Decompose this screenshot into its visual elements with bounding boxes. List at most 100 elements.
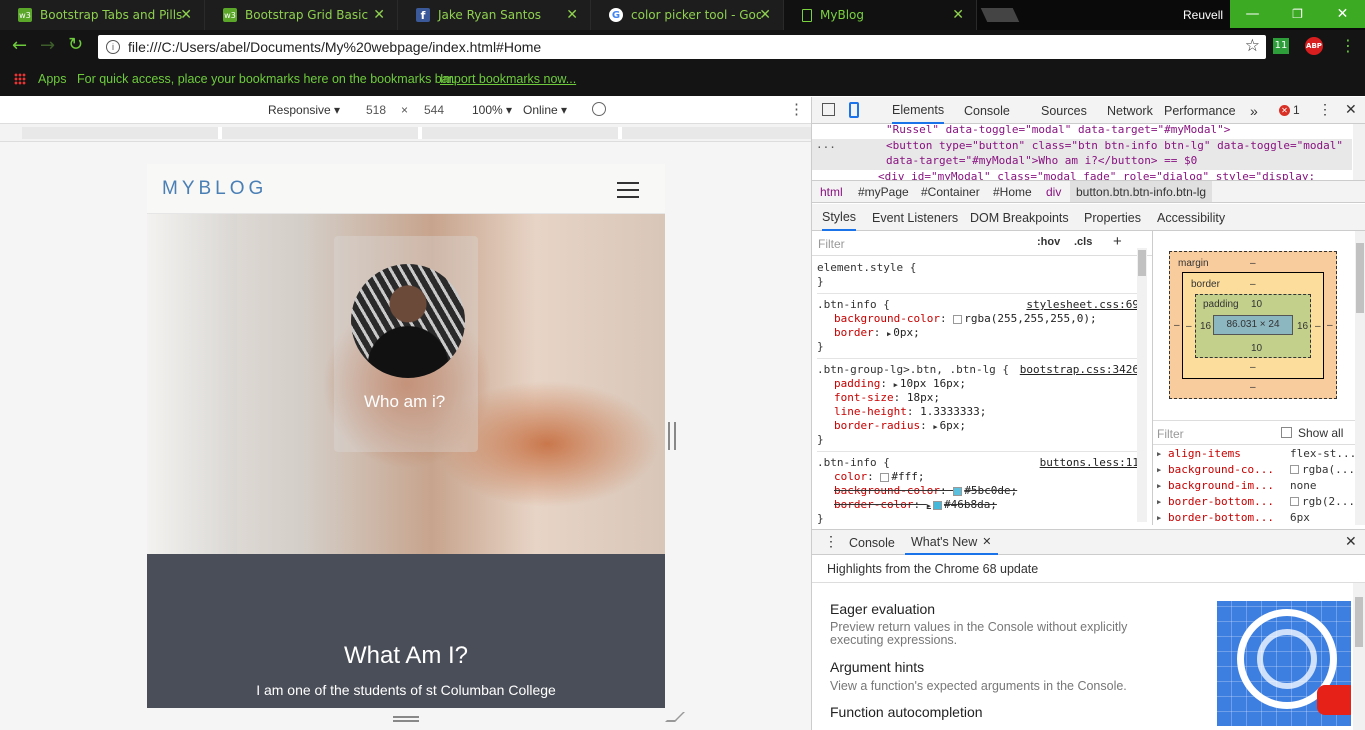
css-rule[interactable]: element.style {} bbox=[817, 261, 1139, 294]
minimize-icon[interactable]: — bbox=[1230, 0, 1275, 28]
css-value[interactable]: #46b8da; bbox=[944, 498, 997, 511]
browser-tab[interactable]: f Jake Ryan Santos ✕ bbox=[398, 0, 591, 30]
dom-line[interactable]: <div id="myModal" class="modal fade" rol… bbox=[878, 170, 1315, 180]
profile-name[interactable]: Reuvell bbox=[1183, 8, 1223, 22]
css-declaration[interactable]: background-color: rgba(255,255,255,0); bbox=[817, 312, 1139, 326]
dom-line[interactable]: <button type="button" class="btn btn-inf… bbox=[886, 139, 1343, 152]
color-swatch[interactable] bbox=[880, 472, 890, 482]
crumb[interactable]: html bbox=[820, 185, 843, 199]
feature-title[interactable]: Function autocompletion bbox=[830, 704, 983, 720]
error-icon[interactable]: ✕ bbox=[1279, 105, 1290, 116]
crumb[interactable]: #Container bbox=[921, 185, 980, 199]
star-icon[interactable]: ☆ bbox=[1245, 36, 1260, 56]
info-icon[interactable]: i bbox=[106, 40, 120, 54]
css-declaration[interactable]: background-color: #5bc0de; bbox=[817, 484, 1139, 498]
css-declaration[interactable]: border: ▶ 0px; bbox=[817, 326, 1139, 340]
tab-console[interactable]: Console bbox=[964, 97, 1010, 124]
expand-arrow-icon[interactable]: ▶ bbox=[1157, 450, 1161, 458]
browser-tab[interactable]: w3 Bootstrap Grid Basic ✕ bbox=[205, 0, 398, 30]
show-all-checkbox[interactable] bbox=[1281, 427, 1292, 438]
color-swatch[interactable] bbox=[1290, 497, 1299, 506]
computed-scrollbar[interactable] bbox=[1355, 231, 1365, 525]
close-icon[interactable]: ✕ bbox=[759, 7, 771, 23]
resize-corner-handle[interactable] bbox=[665, 712, 685, 722]
expand-arrow-icon[interactable]: ▶ bbox=[1157, 498, 1161, 506]
tab-sources[interactable]: Sources bbox=[1041, 97, 1087, 124]
expand-arrow-icon[interactable]: ▶ bbox=[1157, 482, 1161, 490]
back-icon[interactable]: ← bbox=[12, 35, 27, 56]
close-icon[interactable]: ✕ bbox=[982, 535, 991, 548]
width-input[interactable]: 518 bbox=[366, 103, 386, 117]
tab-event-listeners[interactable]: Event Listeners bbox=[872, 204, 958, 231]
css-property[interactable]: background-color bbox=[834, 312, 940, 325]
css-declaration[interactable]: border-radius: ▶ 6px; bbox=[817, 419, 1139, 433]
drawer-tab-console[interactable]: Console bbox=[849, 530, 895, 555]
css-declaration[interactable]: color: #fff; bbox=[817, 470, 1139, 484]
feature-title[interactable]: Eager evaluation bbox=[830, 601, 935, 617]
css-value[interactable]: 18px; bbox=[907, 391, 940, 404]
adblock-icon[interactable]: ABP bbox=[1305, 37, 1323, 55]
css-property[interactable]: border-radius bbox=[834, 419, 920, 432]
import-bookmarks-link[interactable]: Import bookmarks now... bbox=[440, 72, 576, 86]
feature-title[interactable]: Argument hints bbox=[830, 659, 924, 675]
tab-accessibility[interactable]: Accessibility bbox=[1157, 204, 1225, 231]
close-icon[interactable]: ✕ bbox=[373, 7, 385, 23]
dom-ellipsis[interactable]: ... bbox=[816, 138, 836, 151]
rotate-icon[interactable] bbox=[592, 102, 606, 116]
styles-scrollbar[interactable] bbox=[1137, 248, 1147, 522]
tab-dom-breakpoints[interactable]: DOM Breakpoints bbox=[970, 204, 1069, 231]
more-options-icon[interactable]: ⋮ bbox=[789, 100, 804, 118]
css-declaration[interactable]: padding: ▶ 10px 16px; bbox=[817, 377, 1139, 391]
hamburger-icon[interactable] bbox=[617, 182, 639, 198]
color-swatch[interactable] bbox=[932, 500, 942, 510]
crumb[interactable]: div bbox=[1046, 185, 1061, 199]
hov-toggle[interactable]: :hov bbox=[1037, 236, 1060, 248]
css-value[interactable]: rgba(255,255,255,0); bbox=[964, 312, 1096, 325]
chrome-update-image[interactable] bbox=[1217, 601, 1351, 726]
css-source-link[interactable]: buttons.less:11 bbox=[1040, 456, 1139, 469]
zoom-select[interactable]: 100% ▾ bbox=[472, 103, 512, 117]
css-property[interactable]: font-size bbox=[834, 391, 894, 404]
error-count[interactable]: 1 bbox=[1293, 103, 1300, 117]
settings-menu-icon[interactable]: ⋮ bbox=[1318, 101, 1332, 118]
dom-line[interactable]: data-target="#myModal">Who am i?</button… bbox=[886, 154, 1197, 167]
new-rule-icon[interactable]: + bbox=[1113, 233, 1122, 250]
new-tab-button[interactable] bbox=[980, 8, 1020, 22]
computed-row[interactable]: ▶ background-im... none bbox=[1153, 479, 1358, 495]
css-value[interactable]: #fff; bbox=[891, 470, 924, 483]
css-rule[interactable]: .btn-group-lg>.btn, .btn-lg {bootstrap.c… bbox=[817, 363, 1139, 452]
color-swatch[interactable] bbox=[953, 486, 963, 496]
tab-elements[interactable]: Elements bbox=[892, 97, 945, 124]
expand-arrow-icon[interactable]: ▶ bbox=[1157, 514, 1161, 522]
crumb-selected[interactable]: button.btn.btn-info.btn-lg bbox=[1070, 181, 1213, 202]
dom-scrollbar[interactable] bbox=[1353, 124, 1365, 180]
close-devtools-icon[interactable]: ✕ bbox=[1345, 101, 1357, 118]
extension-11-icon[interactable]: 11 bbox=[1273, 38, 1289, 54]
css-property[interactable]: border-color bbox=[834, 498, 913, 511]
box-model-content[interactable]: 86.031 × 24 bbox=[1213, 315, 1293, 335]
css-value[interactable]: 6px; bbox=[940, 419, 967, 432]
brand-logo[interactable]: MYBLOG bbox=[162, 178, 267, 200]
expand-arrow-icon[interactable]: ▶ bbox=[933, 423, 937, 431]
expand-arrow-icon[interactable]: ▶ bbox=[1157, 466, 1161, 474]
browser-tab[interactable]: w3 Bootstrap Tabs and Pills ✕ bbox=[0, 0, 205, 30]
restore-icon[interactable]: ❐ bbox=[1275, 0, 1320, 28]
expand-arrow-icon[interactable]: ▶ bbox=[894, 381, 898, 389]
close-icon[interactable]: ✕ bbox=[180, 7, 192, 23]
close-icon[interactable]: ✕ bbox=[952, 7, 964, 23]
css-declaration[interactable]: border-color: ▶ #46b8da; bbox=[817, 498, 1139, 512]
css-property[interactable]: line-height bbox=[834, 405, 907, 418]
who-am-i-button[interactable]: Who am i? bbox=[364, 392, 445, 412]
device-mode-select[interactable]: Responsive ▾ bbox=[268, 103, 340, 117]
dom-line[interactable]: "Russel" data-toggle="modal" data-target… bbox=[886, 124, 1230, 136]
css-value[interactable]: 1.3333333; bbox=[920, 405, 986, 418]
more-tabs-icon[interactable]: » bbox=[1250, 97, 1258, 124]
expand-arrow-icon[interactable]: ▶ bbox=[927, 502, 931, 510]
crumb[interactable]: #Home bbox=[993, 185, 1032, 199]
apps-icon[interactable] bbox=[14, 73, 26, 85]
css-value[interactable]: 0px; bbox=[893, 326, 920, 339]
box-model-margin[interactable]: margin – – – – border – – – – padding 10… bbox=[1169, 251, 1337, 399]
box-model-padding[interactable]: padding 10 16 16 10 86.031 × 24 bbox=[1195, 294, 1311, 358]
color-swatch[interactable] bbox=[1290, 465, 1299, 474]
computed-row[interactable]: ▶ border-bottom... 6px bbox=[1153, 511, 1358, 527]
